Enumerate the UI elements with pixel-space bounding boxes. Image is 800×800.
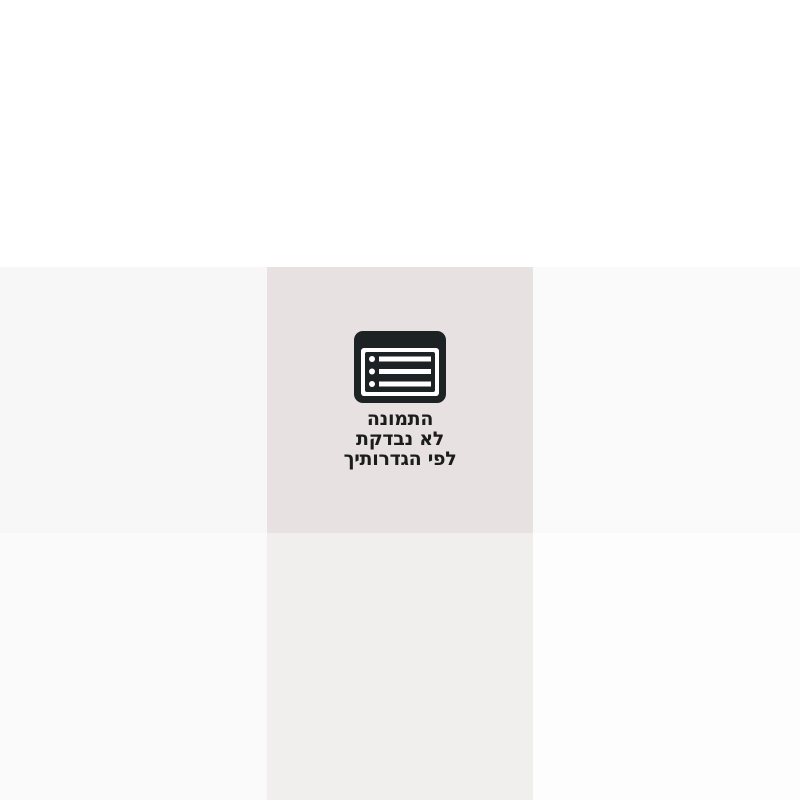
window-list-icon (354, 331, 446, 403)
blocked-image-tile[interactable]: התמונה לא נבדקת לפי הגדרותיך (267, 267, 533, 533)
grid-tile[interactable] (267, 533, 533, 800)
message-line: התמונה (366, 408, 434, 430)
message-line: לפי הגדרותיך (343, 448, 457, 470)
grid-tile[interactable] (533, 0, 800, 267)
grid-tile[interactable] (267, 0, 533, 267)
image-grid: התמונה לא נבדקת לפי הגדרותיך (0, 0, 800, 800)
blocked-image-message: התמונה לא נבדקת לפי הגדרותיך (344, 409, 457, 469)
grid-tile[interactable] (533, 267, 800, 533)
grid-tile[interactable] (0, 533, 267, 800)
grid-tile[interactable] (0, 267, 267, 533)
blocked-image-notice: התמונה לא נבדקת לפי הגדרותיך (267, 267, 533, 533)
grid-tile[interactable] (533, 533, 800, 800)
grid-tile[interactable] (0, 0, 267, 267)
message-line: לא נבדקת (356, 428, 444, 450)
